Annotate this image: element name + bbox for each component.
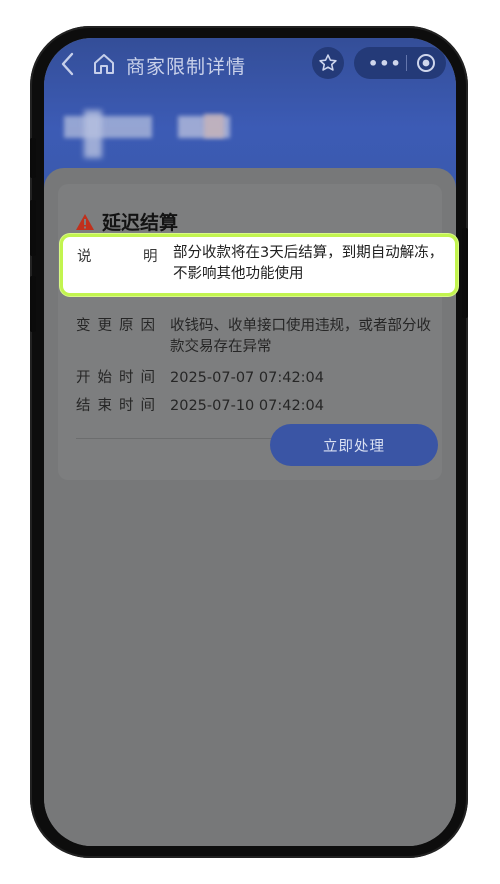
capsule-divider: [406, 55, 407, 71]
blurred-merchant-id-part: [204, 114, 224, 138]
back-arrow-icon[interactable]: [58, 50, 78, 78]
row-value: 2025-07-10 07:42:04: [170, 398, 324, 414]
page-header: 商家限制详情 •••: [44, 38, 456, 188]
home-icon[interactable]: [92, 51, 116, 77]
miniapp-capsule: •••: [354, 47, 446, 79]
restriction-card: 延迟结算 变更原因 收钱码、收单接口使用违规，或者部分收款交易存在异常 开始时间…: [58, 184, 442, 480]
description-label-part: 说: [77, 249, 92, 265]
row-label: 开始时间: [76, 370, 162, 386]
side-button-right: [462, 228, 468, 318]
restriction-heading: 延迟结算: [102, 212, 179, 234]
row-label: 变更原因: [76, 318, 162, 334]
description-value: 部分收款将在3天后结算，到期自动解冻，不影响其他功能使用: [173, 245, 444, 282]
blurred-merchant-name: [64, 116, 152, 138]
page-title: 商家限制详情: [126, 56, 247, 78]
row-value: 2025-07-07 07:42:04: [170, 370, 324, 386]
target-icon[interactable]: [416, 53, 436, 73]
side-button-left-1: [30, 138, 36, 178]
blurred-merchant-name-part: [84, 110, 102, 158]
description-label-part: 明: [143, 249, 158, 265]
row-label: 结束时间: [76, 398, 162, 414]
star-icon: [319, 54, 337, 71]
phone-screen: 商家限制详情 ••• 延迟结算 变更原因 收钱码、收单接口使用违规，或者部分收款…: [44, 38, 456, 846]
side-button-left-3: [30, 276, 36, 332]
highlighted-description-row: 说 明 部分收款将在3天后结算，到期自动解冻，不影响其他功能使用: [60, 234, 458, 296]
favorite-button[interactable]: [312, 47, 344, 79]
side-button-left-2: [30, 200, 36, 256]
more-dots-icon[interactable]: •••: [368, 54, 402, 73]
handle-now-button[interactable]: 立即处理: [270, 424, 438, 466]
nav-bar: 商家限制详情 •••: [44, 44, 456, 88]
warning-icon: [76, 214, 94, 230]
row-value: 收钱码、收单接口使用违规，或者部分收款交易存在异常: [170, 318, 431, 355]
